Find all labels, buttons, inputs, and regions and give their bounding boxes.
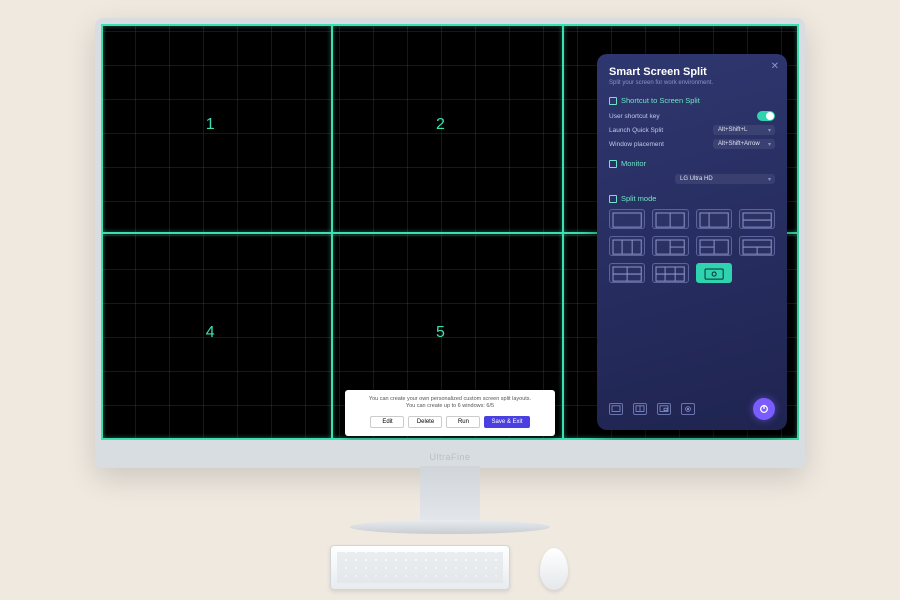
section-split-mode-label: Split mode (621, 194, 656, 203)
split-divider-vertical-1[interactable] (331, 24, 333, 440)
section-shortcut-header: Shortcut to Screen Split (609, 96, 775, 105)
mode-2col[interactable] (652, 209, 688, 229)
card-buttons: Edit Delete Run Save & Exit (353, 416, 547, 428)
mode-2row[interactable] (739, 209, 775, 229)
monitor-stand-base (350, 520, 550, 534)
panel-footer (609, 398, 775, 420)
section-shortcut: Shortcut to Screen Split User shortcut k… (609, 96, 775, 149)
split-mode-grid (609, 209, 775, 283)
mode-3col[interactable] (609, 236, 645, 256)
screen: 1 2 4 5 You can create your own personal… (101, 24, 799, 440)
mode-top-2bottom[interactable] (739, 236, 775, 256)
mode-full[interactable] (609, 209, 645, 229)
close-icon[interactable]: ✕ (771, 61, 779, 72)
zone-label-5: 5 (436, 324, 445, 342)
zone-label-4: 4 (206, 324, 215, 342)
row-window-placement: Window placement Alt+Shift+Arrow (609, 139, 775, 149)
monitor-frame: UltraFine 1 2 4 5 You can create your ow… (95, 18, 805, 468)
delete-button[interactable]: Delete (408, 416, 442, 428)
split-outline-bottom (101, 438, 799, 440)
card-caption-line1: You can create your own personalized cus… (353, 396, 547, 404)
run-button[interactable]: Run (446, 416, 480, 428)
launch-label: Launch Quick Split (609, 127, 663, 134)
monitor-icon (609, 160, 617, 168)
row-monitor-select: LG Ultra HD (609, 174, 775, 184)
row-user-shortcut: User shortcut key (609, 111, 775, 121)
smart-split-panel: ✕ Smart Screen Split Split your screen f… (597, 54, 787, 430)
card-caption-line2: You can create up to 6 windows: 6/5 (353, 403, 547, 411)
window-placement-select[interactable]: Alt+Shift+Arrow (713, 139, 775, 149)
user-shortcut-toggle[interactable] (757, 111, 775, 121)
section-monitor-label: Monitor (621, 159, 646, 168)
user-shortcut-label: User shortcut key (609, 113, 660, 120)
shortcut-icon (609, 97, 617, 105)
mode-2col-left[interactable] (696, 209, 732, 229)
zone-label-1: 1 (206, 116, 215, 134)
section-split-mode: Split mode (609, 194, 775, 283)
section-shortcut-label: Shortcut to Screen Split (621, 96, 700, 105)
save-exit-button[interactable]: Save & Exit (484, 416, 529, 428)
mode-2left-right[interactable] (696, 236, 732, 256)
footer-settings-icon[interactable] (681, 403, 695, 415)
power-button[interactable] (753, 398, 775, 420)
monitor-brand: UltraFine (95, 452, 805, 462)
panel-subtitle: Split your screen for work environment. (609, 80, 775, 86)
split-mode-icon (609, 195, 617, 203)
monitor-stand-neck (420, 466, 480, 526)
split-divider-vertical-2[interactable] (562, 24, 564, 440)
zone-label-2: 2 (436, 116, 445, 134)
edit-button[interactable]: Edit (370, 416, 404, 428)
mode-6grid[interactable] (652, 263, 688, 283)
split-outline-top (101, 24, 799, 26)
layout-editor-card: You can create your own personalized cus… (345, 390, 555, 436)
mouse (540, 548, 568, 590)
mode-custom[interactable] (696, 263, 732, 283)
monitor-select[interactable]: LG Ultra HD (675, 174, 775, 184)
window-placement-label: Window placement (609, 141, 664, 148)
mode-left-2right[interactable] (652, 236, 688, 256)
section-split-mode-header: Split mode (609, 194, 775, 203)
row-launch-quick-split: Launch Quick Split Alt+Shift+L (609, 125, 775, 135)
section-monitor-header: Monitor (609, 159, 775, 168)
monitor-bezel: 1 2 4 5 You can create your own personal… (101, 24, 799, 440)
launch-select[interactable]: Alt+Shift+L (713, 125, 775, 135)
footer-pip-icon[interactable] (657, 403, 671, 415)
card-caption: You can create your own personalized cus… (353, 396, 547, 411)
mode-4grid[interactable] (609, 263, 645, 283)
panel-title: Smart Screen Split (609, 66, 775, 78)
keyboard (330, 545, 510, 590)
section-monitor: Monitor LG Ultra HD (609, 159, 775, 184)
footer-layout-icon[interactable] (633, 403, 647, 415)
footer-screen-icon[interactable] (609, 403, 623, 415)
